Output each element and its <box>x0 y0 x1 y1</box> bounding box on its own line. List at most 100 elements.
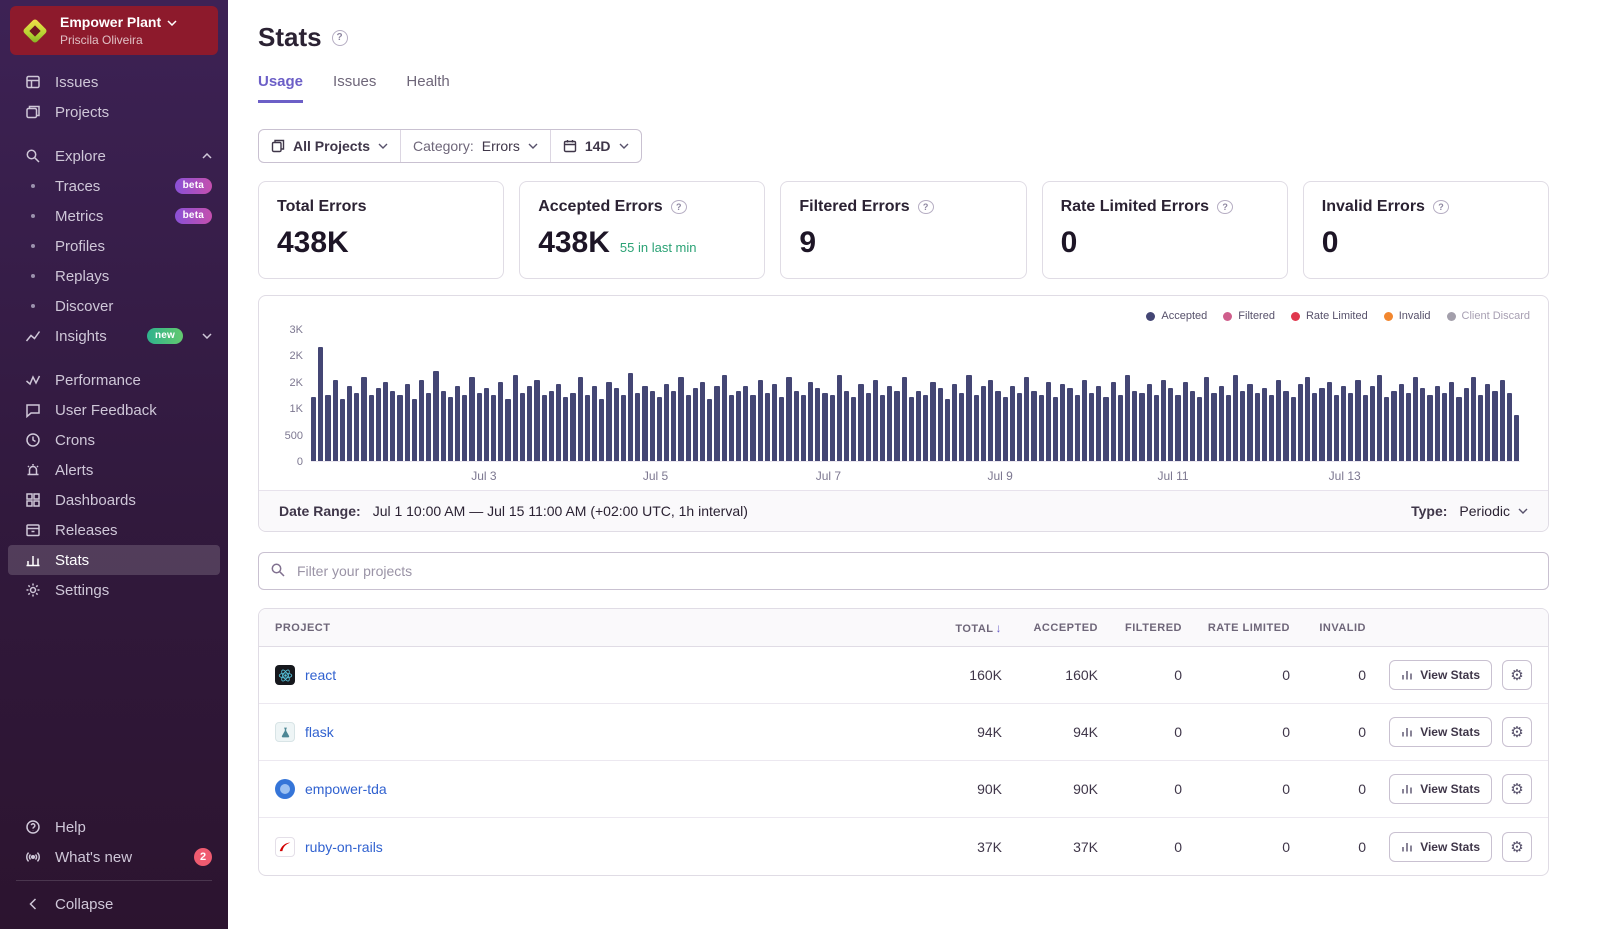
column-header-total[interactable]: Total↓ <box>914 621 1006 635</box>
chart-bar[interactable] <box>311 397 316 461</box>
chart-bar[interactable] <box>520 393 525 461</box>
chart-bar[interactable] <box>1075 395 1080 461</box>
card-help-icon[interactable]: ? <box>918 200 934 214</box>
chart-bar[interactable] <box>585 395 590 461</box>
chart-bar[interactable] <box>534 380 539 461</box>
project-filter-dropdown[interactable]: All Projects <box>259 130 400 162</box>
chart-bar[interactable] <box>1485 384 1490 461</box>
chart-bar[interactable] <box>952 384 957 461</box>
view-stats-button[interactable]: View Stats <box>1389 832 1492 862</box>
chart-bar[interactable] <box>1399 384 1404 461</box>
chart-bar[interactable] <box>419 380 424 461</box>
chart-bar[interactable] <box>1305 377 1310 461</box>
project-link[interactable]: flask <box>305 724 334 740</box>
chart-bar[interactable] <box>808 382 813 461</box>
chart-bar[interactable] <box>765 393 770 461</box>
chart-bar[interactable] <box>1370 386 1375 461</box>
view-stats-button[interactable]: View Stats <box>1389 774 1492 804</box>
chart-bar[interactable] <box>1060 384 1065 461</box>
chart-bar[interactable] <box>1082 380 1087 461</box>
chart-bar[interactable] <box>1096 386 1101 461</box>
chart-bar[interactable] <box>664 384 669 461</box>
chart-bar[interactable] <box>916 391 921 461</box>
sidebar-item-profiles[interactable]: Profiles <box>0 231 228 261</box>
chart-bar[interactable] <box>938 388 943 461</box>
chart-bar[interactable] <box>1219 386 1224 461</box>
chart-bar[interactable] <box>1283 391 1288 461</box>
chart-bar[interactable] <box>578 377 583 461</box>
chart-bar[interactable] <box>614 388 619 461</box>
chart-bar[interactable] <box>959 393 964 461</box>
chart-bar[interactable] <box>945 399 950 461</box>
chart-bar[interactable] <box>397 395 402 461</box>
chart-bar[interactable] <box>988 380 993 461</box>
chart-bar[interactable] <box>801 395 806 461</box>
chart-bar[interactable] <box>786 377 791 461</box>
chart-bar[interactable] <box>441 391 446 461</box>
chart-bar[interactable] <box>1262 388 1267 461</box>
chart-bars[interactable] <box>311 330 1520 462</box>
legend-item[interactable]: Client Discard <box>1447 310 1530 322</box>
type-dropdown[interactable]: Type: Periodic <box>1411 503 1528 519</box>
chart-bar[interactable] <box>1355 380 1360 461</box>
chart-bar[interactable] <box>1103 397 1108 461</box>
project-link[interactable]: empower-tda <box>305 781 387 797</box>
sidebar-item-issues[interactable]: Issues <box>0 67 228 97</box>
chart-bar[interactable] <box>498 382 503 461</box>
chart-bar[interactable] <box>642 386 647 461</box>
chart-bar[interactable] <box>1031 391 1036 461</box>
chart-bar[interactable] <box>556 384 561 461</box>
chart-bar[interactable] <box>1197 397 1202 461</box>
chart-bar[interactable] <box>743 386 748 461</box>
chart-bar[interactable] <box>1298 384 1303 461</box>
chart-bar[interactable] <box>758 380 763 461</box>
chart-bar[interactable] <box>844 391 849 461</box>
chart-bar[interactable] <box>1147 384 1152 461</box>
chart-bar[interactable] <box>1089 393 1094 461</box>
chart-bar[interactable] <box>729 395 734 461</box>
chart-bar[interactable] <box>1334 395 1339 461</box>
project-settings-button[interactable]: ⚙ <box>1502 774 1532 804</box>
sidebar-item-metrics[interactable]: Metrics beta <box>0 201 228 231</box>
chart-bar[interactable] <box>1247 384 1252 461</box>
chart-bar[interactable] <box>1319 388 1324 461</box>
chart-bar[interactable] <box>1269 395 1274 461</box>
chart-bar[interactable] <box>1139 393 1144 461</box>
chart-bar[interactable] <box>873 380 878 461</box>
chart-bar[interactable] <box>1161 380 1166 461</box>
project-link[interactable]: ruby-on-rails <box>305 839 383 855</box>
chart-bar[interactable] <box>974 395 979 461</box>
chart-bar[interactable] <box>1276 380 1281 461</box>
chart-bar[interactable] <box>830 395 835 461</box>
chart-bar[interactable] <box>426 393 431 461</box>
sidebar-item-performance[interactable]: Performance <box>0 365 228 395</box>
chart-bar[interactable] <box>693 388 698 461</box>
chart-bar[interactable] <box>736 391 741 461</box>
page-help-icon[interactable]: ? <box>332 30 348 46</box>
chart-bar[interactable] <box>340 399 345 461</box>
chart-bar[interactable] <box>1348 393 1353 461</box>
chart-bar[interactable] <box>815 388 820 461</box>
chart-bar[interactable] <box>779 397 784 461</box>
chart-bar[interactable] <box>390 391 395 461</box>
chart-bar[interactable] <box>592 386 597 461</box>
chart-bar[interactable] <box>354 393 359 461</box>
sidebar-item-traces[interactable]: Traces beta <box>0 171 228 201</box>
chart-bar[interactable] <box>628 373 633 461</box>
chart-bar[interactable] <box>686 395 691 461</box>
chart-bar[interactable] <box>1046 382 1051 461</box>
legend-item[interactable]: Filtered <box>1223 310 1275 322</box>
chart-bar[interactable] <box>621 395 626 461</box>
chart-bar[interactable] <box>1010 386 1015 461</box>
legend-item[interactable]: Rate Limited <box>1291 310 1368 322</box>
chart-bar[interactable] <box>1240 391 1245 461</box>
chart-bar[interactable] <box>1233 375 1238 461</box>
chart-bar[interactable] <box>880 395 885 461</box>
chart-bar[interactable] <box>1435 386 1440 461</box>
chart-bar[interactable] <box>1255 393 1260 461</box>
chart-bar[interactable] <box>469 377 474 461</box>
chart-bar[interactable] <box>707 399 712 461</box>
chart-bar[interactable] <box>1341 386 1346 461</box>
chart-bar[interactable] <box>671 391 676 461</box>
chart-bar[interactable] <box>383 382 388 461</box>
